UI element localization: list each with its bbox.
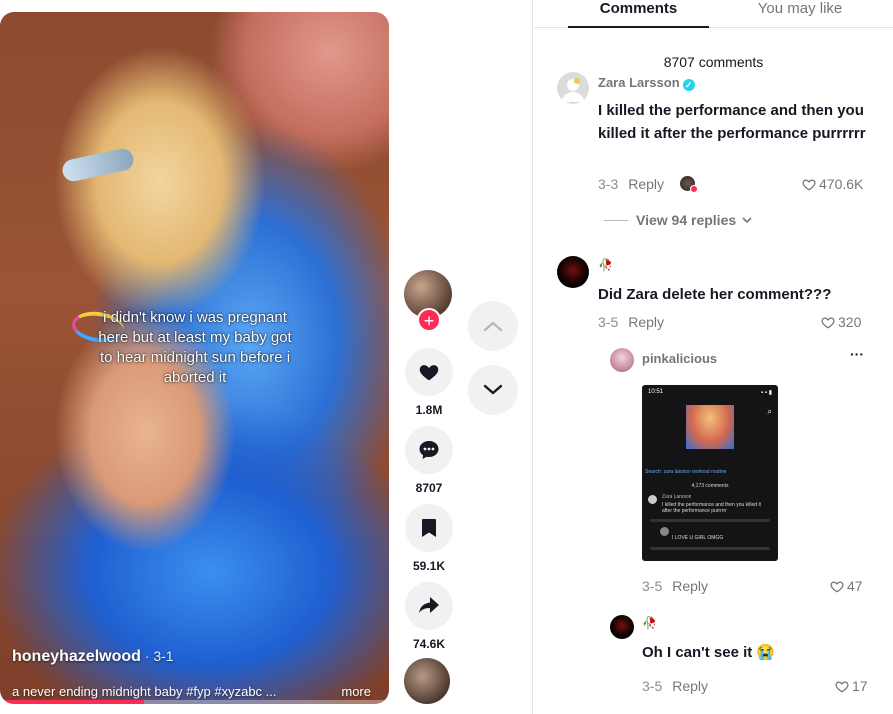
author-name[interactable]: honeyhazelwood: [12, 648, 141, 665]
like-count: 1.8M: [415, 403, 443, 417]
creator-liked-avatar: [680, 176, 698, 193]
panel-divider: [532, 0, 533, 714]
like-button[interactable]: [405, 348, 453, 396]
reply-date: 3-5: [642, 578, 663, 594]
screenshot-comment-text: I killed the performance and then you ki…: [662, 502, 761, 514]
heart-outline-icon: [802, 178, 816, 191]
view-replies-label[interactable]: View 94 replies: [636, 212, 736, 228]
tab-you-may-like[interactable]: You may like: [714, 0, 886, 17]
reply-username[interactable]: pinkalicious: [642, 351, 717, 366]
heart-outline-icon: [821, 316, 835, 329]
reply-button[interactable]: Reply: [628, 314, 664, 330]
comment-text: I killed the performance and then you ki…: [598, 102, 866, 142]
reply-button[interactable]: Reply: [628, 176, 664, 192]
comment-count: 8707: [415, 481, 443, 495]
view-replies-button[interactable]: View 94 replies: [604, 212, 752, 228]
comment-image[interactable]: 10:51 ▪ ▪ ▮ ⌕ Search: zara larsson workou…: [642, 385, 778, 561]
screenshot-meta-line: [650, 547, 770, 550]
screenshot-status-bar: 10:51 ▪ ▪ ▮: [648, 389, 772, 396]
share-button[interactable]: [405, 582, 453, 630]
reply-text: Oh I can't see it 😭: [642, 644, 776, 661]
reply-username-emoji[interactable]: 🥀: [642, 616, 657, 630]
tab-comments[interactable]: Comments: [568, 0, 709, 28]
video-overlay-caption: i didn't know i was pregnant here but at…: [98, 309, 292, 386]
screenshot-time: 10:51: [648, 389, 664, 395]
comment-bubble-icon: [419, 441, 439, 459]
share-action[interactable]: 74.6K: [404, 582, 454, 651]
video-player[interactable]: i didn't know i was pregnant here but at…: [0, 12, 389, 704]
comment-like[interactable]: 470.6K: [802, 176, 863, 192]
screenshot-avatar: [660, 527, 669, 536]
music-disc-avatar[interactable]: [404, 658, 450, 704]
comments-count: 8707 comments: [663, 54, 764, 70]
previous-video-button[interactable]: [468, 301, 518, 351]
video-progress-fill: [0, 700, 144, 704]
screenshot-search-bar: Search: zara larsson workout routine: [645, 469, 727, 475]
bookmark-icon: [422, 519, 436, 537]
next-video-button[interactable]: [468, 365, 518, 415]
save-button[interactable]: [405, 504, 453, 552]
comment-like[interactable]: 320: [821, 314, 861, 330]
screenshot-comment-count: 4,173 comments: [691, 483, 729, 489]
screenshot-meta-line: [650, 519, 770, 522]
reply-like[interactable]: 17: [835, 678, 868, 694]
video-date: · 3-1: [140, 648, 174, 664]
screenshot-comment-name: Zara Larsson: [662, 494, 692, 500]
comment-date: 3-5: [598, 314, 619, 330]
save-count: 59.1K: [412, 559, 446, 573]
comment-action[interactable]: 8707: [404, 426, 454, 495]
heart-outline-icon: [830, 580, 844, 593]
heart-icon: [419, 365, 439, 381]
heart-outline-icon: [835, 680, 849, 693]
creator-avatar[interactable]: +: [404, 270, 452, 332]
comment-text: Did Zara delete her comment???: [598, 286, 832, 303]
reply-button[interactable]: Reply: [672, 578, 708, 594]
comment-username-text[interactable]: Zara Larsson: [598, 75, 680, 90]
comment-like-count: 320: [838, 314, 862, 330]
screenshot-video-thumb: [686, 405, 734, 449]
screenshot-avatar: [648, 495, 657, 504]
search-icon: ⌕: [767, 407, 772, 416]
comment-username-emoji[interactable]: 🥀: [598, 258, 613, 272]
save-action[interactable]: 59.1K: [404, 504, 454, 573]
video-description: a never ending midnight baby #fyp #xyzab…: [12, 684, 277, 699]
screenshot-reply-text: I LOVE U GIRL OMGG: [672, 535, 724, 541]
avatar[interactable]: [557, 72, 589, 104]
follow-button[interactable]: +: [417, 308, 441, 332]
reply-meta: 3-5 Reply: [642, 678, 708, 694]
microphone-shape: [60, 146, 136, 184]
avatar[interactable]: [610, 348, 634, 372]
comment-username[interactable]: Zara Larsson ✓: [598, 75, 695, 91]
reply-like[interactable]: 47: [830, 578, 863, 594]
share-arrow-icon: [419, 597, 439, 613]
avatar[interactable]: [557, 256, 589, 288]
like-action[interactable]: 1.8M: [404, 348, 454, 417]
divider-line: [604, 219, 628, 221]
default-avatar-icon: [561, 78, 585, 102]
comment-like-count: 470.6K: [819, 176, 864, 192]
more-button[interactable]: more: [341, 684, 371, 699]
heart-badge-icon: [690, 185, 698, 193]
comment-meta: 3-3 Reply: [598, 176, 664, 192]
chevron-up-icon: [483, 321, 503, 332]
reply-date: 3-5: [642, 678, 663, 694]
tiktok-video-page: i didn't know i was pregnant here but at…: [0, 0, 893, 714]
comment-date: 3-3: [598, 176, 619, 192]
panel-tabs: Comments You may like: [534, 0, 893, 28]
share-count: 74.6K: [412, 637, 446, 651]
reply-like-count: 17: [852, 678, 868, 694]
comment-button[interactable]: [405, 426, 453, 474]
comment-meta: 3-5 Reply: [598, 314, 664, 330]
reply-like-count: 47: [847, 578, 863, 594]
reply-meta: 3-5 Reply: [642, 578, 708, 594]
chevron-down-icon: [742, 216, 752, 223]
video-author[interactable]: honeyhazelwood · 3-1: [12, 648, 174, 666]
avatar[interactable]: [610, 615, 634, 639]
reply-button[interactable]: Reply: [672, 678, 708, 694]
chevron-down-icon: [483, 384, 503, 395]
verified-badge-icon: ✓: [682, 79, 695, 91]
action-bar: + 1.8M 8707 59.1K 74.6K: [404, 270, 454, 651]
video-progress-bar[interactable]: [0, 700, 389, 704]
more-options-icon[interactable]: ···: [850, 346, 864, 362]
